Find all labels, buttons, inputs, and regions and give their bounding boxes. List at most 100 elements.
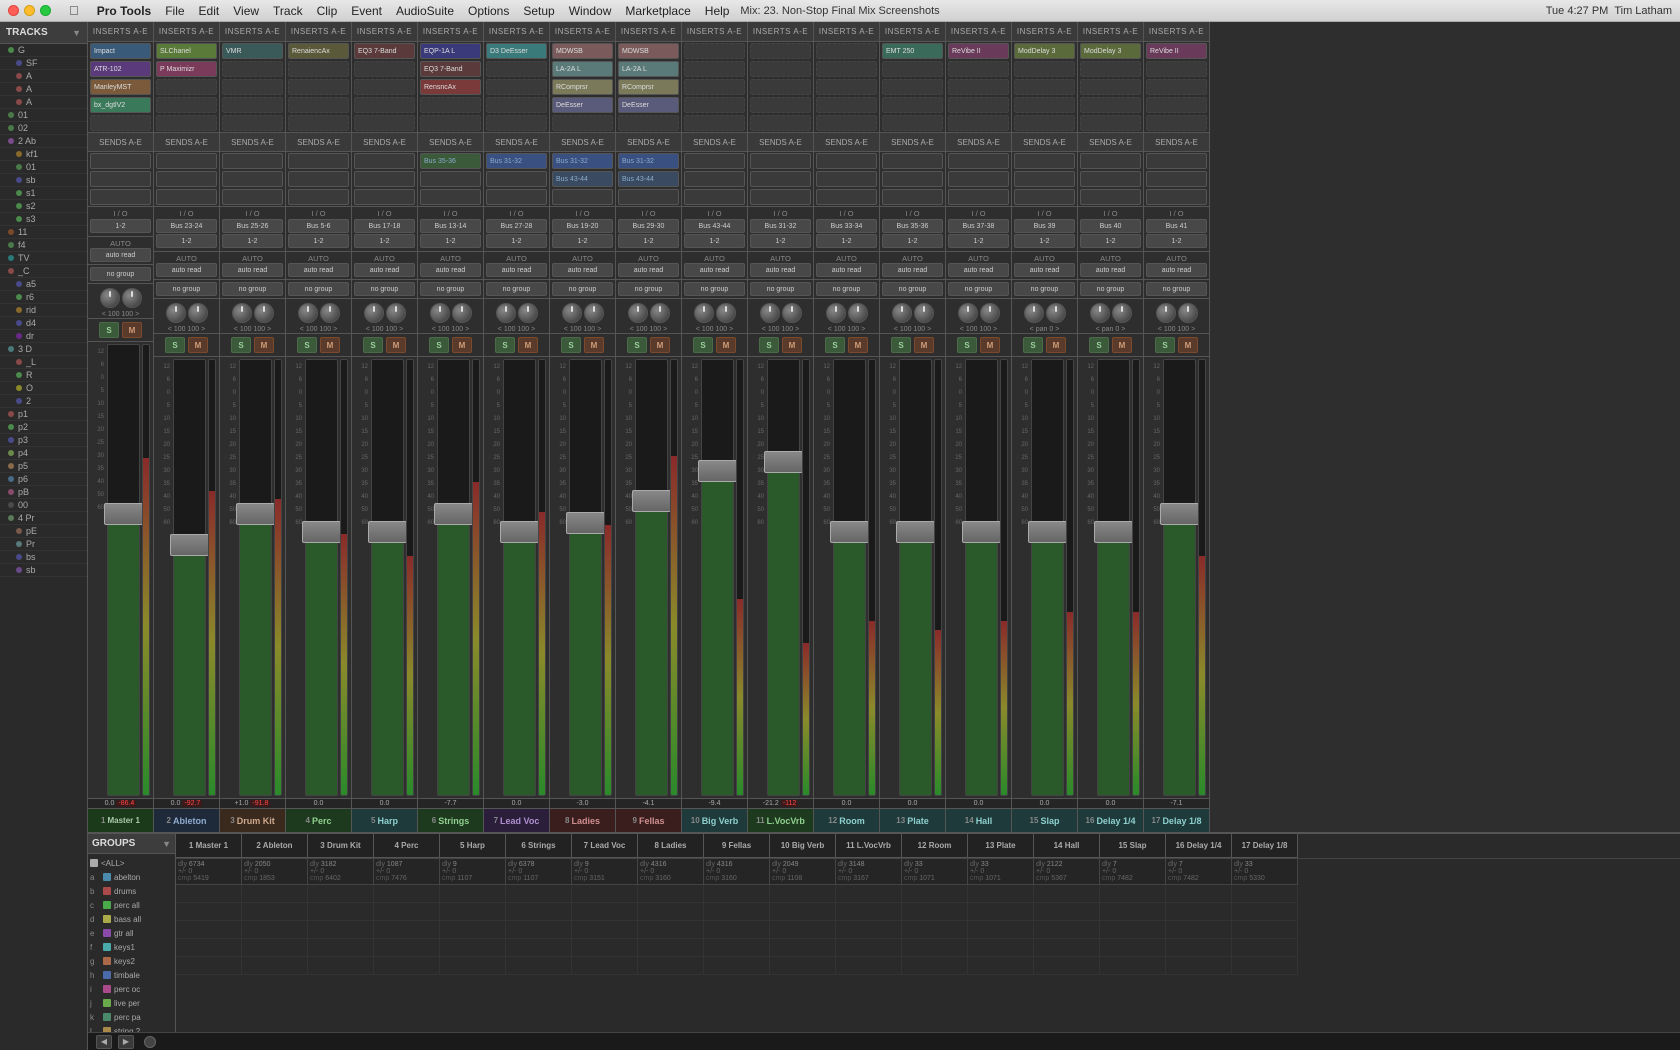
insert-slot-2[interactable]: RensncAx bbox=[420, 79, 481, 95]
insert-slot-4[interactable] bbox=[156, 115, 217, 131]
io-bus-box[interactable]: Bus 39 bbox=[1014, 219, 1075, 233]
insert-slot-1[interactable] bbox=[1014, 61, 1075, 77]
send-slot-0[interactable] bbox=[354, 153, 415, 169]
insert-slot-3[interactable] bbox=[750, 97, 811, 113]
insert-slot-4[interactable] bbox=[552, 115, 613, 131]
insert-slot-4[interactable] bbox=[90, 115, 151, 131]
pan-left-knob[interactable] bbox=[1156, 303, 1176, 323]
track-item[interactable]: p4 bbox=[0, 447, 87, 460]
insert-slot-0[interactable]: ModDelay 3 bbox=[1080, 43, 1141, 59]
insert-slot-0[interactable]: MDWSB bbox=[552, 43, 613, 59]
channel-name-bar[interactable]: 17Delay 1/8 bbox=[1144, 808, 1209, 832]
group-item[interactable]: dbass all bbox=[90, 912, 173, 926]
send-slot-2[interactable] bbox=[882, 189, 943, 205]
track-item[interactable]: 00 bbox=[0, 499, 87, 512]
pan-left-knob[interactable] bbox=[100, 288, 120, 308]
io-bus-box[interactable]: Bus 37-38 bbox=[948, 219, 1009, 233]
track-item[interactable]: Pr bbox=[0, 538, 87, 551]
io-output-box[interactable]: 1-2 bbox=[486, 234, 547, 248]
channel-name-bar[interactable]: 16Delay 1/4 bbox=[1078, 808, 1143, 832]
track-item[interactable]: 01 bbox=[0, 109, 87, 122]
insert-slot-4[interactable] bbox=[1014, 115, 1075, 131]
mute-button[interactable]: M bbox=[1178, 337, 1198, 353]
track-item[interactable]: _C bbox=[0, 265, 87, 278]
insert-slot-4[interactable] bbox=[618, 115, 679, 131]
send-slot-1[interactable] bbox=[156, 171, 217, 187]
solo-button[interactable]: S bbox=[561, 337, 581, 353]
pan-left-knob[interactable] bbox=[760, 303, 780, 323]
pan-right-knob[interactable] bbox=[320, 303, 340, 323]
send-slot-2[interactable] bbox=[420, 189, 481, 205]
io-output-box[interactable]: 1-2 bbox=[156, 234, 217, 248]
send-slot-2[interactable] bbox=[816, 189, 877, 205]
pan-right-knob[interactable] bbox=[1046, 303, 1066, 323]
fader-handle[interactable] bbox=[896, 521, 935, 543]
io-bus-box[interactable]: Bus 35-36 bbox=[882, 219, 943, 233]
insert-slot-2[interactable]: RComprsr bbox=[618, 79, 679, 95]
track-item[interactable]: sb bbox=[0, 564, 87, 577]
mute-button[interactable]: M bbox=[254, 337, 274, 353]
insert-slot-1[interactable] bbox=[1080, 61, 1141, 77]
send-slot-2[interactable] bbox=[750, 189, 811, 205]
insert-slot-0[interactable]: ReVibe II bbox=[1146, 43, 1207, 59]
insert-slot-1[interactable]: P Maximizr bbox=[156, 61, 217, 77]
group-item[interactable]: fkeys1 bbox=[90, 940, 173, 954]
insert-slot-3[interactable] bbox=[1014, 97, 1075, 113]
insert-slot-1[interactable]: LA-2A L bbox=[618, 61, 679, 77]
send-slot-2[interactable] bbox=[354, 189, 415, 205]
io-bus-box[interactable]: Bus 25-26 bbox=[222, 219, 283, 233]
insert-slot-2[interactable] bbox=[1146, 79, 1207, 95]
group-selector[interactable]: no group bbox=[90, 267, 151, 281]
auto-mode-box[interactable]: auto read bbox=[288, 263, 349, 277]
track-item[interactable]: a5 bbox=[0, 278, 87, 291]
track-item[interactable]: s3 bbox=[0, 213, 87, 226]
group-selector[interactable]: no group bbox=[156, 282, 217, 296]
send-slot-1[interactable] bbox=[816, 171, 877, 187]
insert-slot-2[interactable]: ManleyMST bbox=[90, 79, 151, 95]
fader-track[interactable] bbox=[371, 359, 404, 796]
fader-handle[interactable] bbox=[368, 521, 407, 543]
track-item[interactable]: bs bbox=[0, 551, 87, 564]
mute-button[interactable]: M bbox=[452, 337, 472, 353]
mute-button[interactable]: M bbox=[980, 337, 1000, 353]
pan-left-knob[interactable] bbox=[562, 303, 582, 323]
send-slot-0[interactable] bbox=[222, 153, 283, 169]
io-bus-box[interactable]: Bus 40 bbox=[1080, 219, 1141, 233]
auto-mode-box[interactable]: auto read bbox=[552, 263, 613, 277]
group-selector[interactable]: no group bbox=[552, 282, 613, 296]
mute-button[interactable]: M bbox=[386, 337, 406, 353]
insert-slot-0[interactable]: ReVibe II bbox=[948, 43, 1009, 59]
group-item[interactable]: kperc pa bbox=[90, 1010, 173, 1024]
io-output-box[interactable]: 1-2 bbox=[684, 234, 745, 248]
mute-button[interactable]: M bbox=[782, 337, 802, 353]
io-output-box[interactable]: 1-2 bbox=[948, 234, 1009, 248]
io-output-box[interactable]: 1-2 bbox=[1080, 234, 1141, 248]
channel-name-bar[interactable]: 2Ableton bbox=[154, 808, 219, 832]
group-selector[interactable]: no group bbox=[1080, 282, 1141, 296]
insert-slot-2[interactable] bbox=[288, 79, 349, 95]
send-slot-2[interactable] bbox=[684, 189, 745, 205]
insert-slot-2[interactable] bbox=[750, 79, 811, 95]
fader-track[interactable] bbox=[107, 344, 140, 796]
track-item[interactable]: p3 bbox=[0, 434, 87, 447]
send-slot-0[interactable] bbox=[90, 153, 151, 169]
pan-right-knob[interactable] bbox=[386, 303, 406, 323]
insert-slot-1[interactable] bbox=[816, 61, 877, 77]
auto-mode-box[interactable]: auto read bbox=[486, 263, 547, 277]
send-slot-0[interactable] bbox=[948, 153, 1009, 169]
insert-slot-2[interactable] bbox=[882, 79, 943, 95]
insert-slot-3[interactable] bbox=[288, 97, 349, 113]
track-item[interactable]: SF bbox=[0, 57, 87, 70]
channel-name-bar[interactable]: 5Harp bbox=[352, 808, 417, 832]
insert-slot-3[interactable] bbox=[222, 97, 283, 113]
close-button[interactable] bbox=[8, 5, 19, 16]
fader-handle[interactable] bbox=[1028, 521, 1067, 543]
send-slot-1[interactable] bbox=[90, 171, 151, 187]
insert-slot-3[interactable] bbox=[1080, 97, 1141, 113]
io-bus-box[interactable]: Bus 41 bbox=[1146, 219, 1207, 233]
send-slot-1[interactable] bbox=[354, 171, 415, 187]
solo-button[interactable]: S bbox=[759, 337, 779, 353]
auto-mode-box[interactable]: auto read bbox=[420, 263, 481, 277]
io-output-box[interactable]: 1-2 bbox=[1014, 234, 1075, 248]
track-item[interactable]: 4 Pr bbox=[0, 512, 87, 525]
